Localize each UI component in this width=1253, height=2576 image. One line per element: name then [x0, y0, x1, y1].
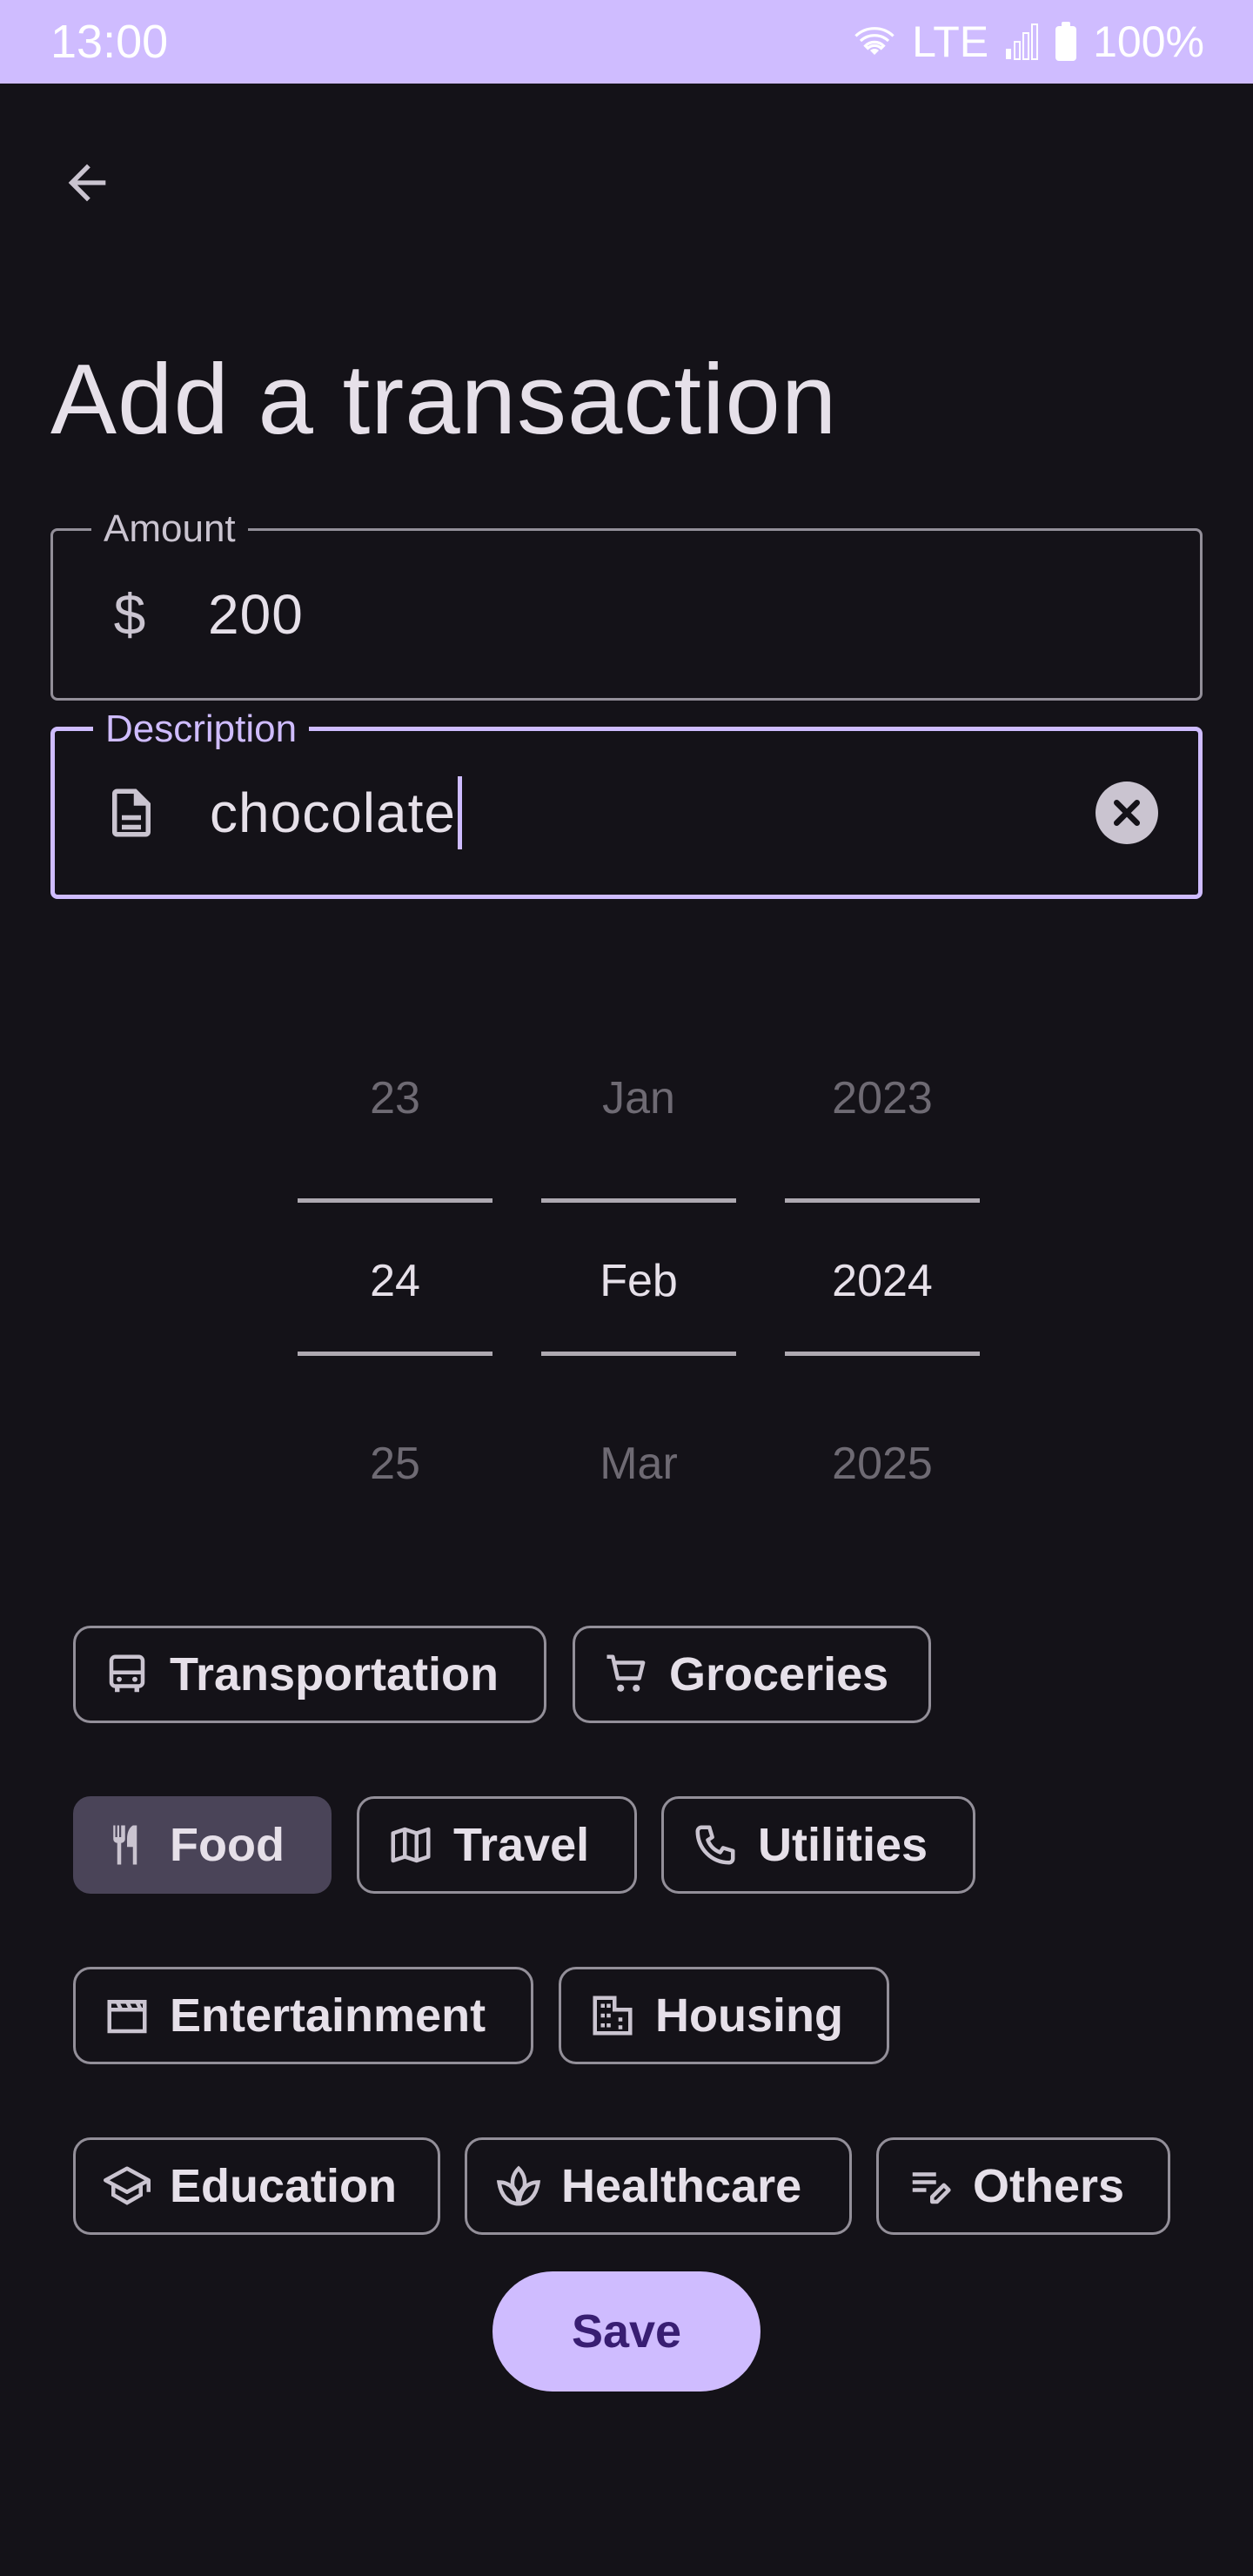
movie-icon — [107, 2000, 147, 2034]
amount-field[interactable]: Amount $ 200 — [50, 506, 1203, 701]
amount-value[interactable]: 200 — [208, 580, 304, 649]
chip-groceries[interactable]: Groceries — [573, 1626, 931, 1723]
chip-label: Education — [170, 2160, 398, 2212]
phone-icon — [695, 1825, 735, 1865]
chip-travel[interactable]: Travel — [357, 1796, 637, 1894]
description-field[interactable]: Description chocolate — [50, 707, 1203, 899]
month-wheel[interactable]: Jan Feb Mar — [541, 1044, 736, 1497]
wifi-icon — [854, 27, 895, 55]
chip-label: Groceries — [669, 1648, 889, 1701]
page-title: Add a transaction — [50, 345, 838, 455]
save-button[interactable]: Save — [492, 2271, 761, 2392]
bus-icon — [109, 1654, 145, 1693]
chip-healthcare[interactable]: Healthcare — [465, 2137, 852, 2235]
chip-label: Utilities — [758, 1819, 928, 1871]
document-icon — [100, 782, 163, 844]
status-indicators: LTE 100% — [853, 12, 1204, 71]
chip-label: Food — [170, 1819, 285, 1871]
network-type: LTE — [912, 17, 989, 66]
year-next[interactable]: 2025 — [785, 1436, 980, 1492]
building-icon — [593, 1996, 633, 2036]
month-divider-bottom — [541, 1352, 736, 1356]
day-current[interactable]: 24 — [298, 1253, 492, 1309]
year-prev[interactable]: 2023 — [785, 1070, 980, 1126]
day-divider-top — [298, 1198, 492, 1203]
chip-label: Travel — [453, 1819, 590, 1871]
day-wheel[interactable]: 23 24 25 — [298, 1044, 492, 1497]
status-bar: 13:00 LTE 100% — [0, 0, 1253, 84]
cancel-icon — [1114, 800, 1140, 826]
edit-note-icon — [912, 2172, 951, 2204]
clear-text-button[interactable] — [1096, 782, 1158, 844]
description-input[interactable]: chocolate — [210, 776, 462, 849]
chip-label: Transportation — [170, 1648, 499, 1701]
cart-icon — [606, 1654, 646, 1692]
text-cursor — [457, 776, 462, 849]
chip-others[interactable]: Others — [876, 2137, 1170, 2235]
chip-label: Healthcare — [561, 2160, 802, 2212]
day-divider-bottom — [298, 1352, 492, 1356]
month-prev[interactable]: Jan — [541, 1070, 736, 1126]
arrow-back-icon — [68, 164, 106, 202]
year-divider-top — [785, 1198, 980, 1203]
year-wheel[interactable]: 2023 2024 2025 — [785, 1044, 980, 1497]
chip-label: Entertainment — [170, 1989, 486, 2042]
map-icon — [391, 1827, 431, 1863]
school-icon — [104, 2166, 151, 2205]
chip-housing[interactable]: Housing — [559, 1967, 889, 2064]
month-current[interactable]: Feb — [541, 1253, 736, 1309]
status-time: 13:00 — [50, 16, 169, 68]
battery-percent: 100% — [1093, 17, 1204, 66]
description-value: chocolate — [210, 782, 456, 844]
chip-transportation[interactable]: Transportation — [73, 1626, 546, 1723]
amount-label: Amount — [91, 506, 248, 552]
dollar-icon: $ — [113, 582, 146, 647]
chip-entertainment[interactable]: Entertainment — [73, 1967, 533, 2064]
year-divider-bottom — [785, 1352, 980, 1356]
chip-utilities[interactable]: Utilities — [661, 1796, 975, 1894]
chip-label: Housing — [655, 1989, 843, 2042]
day-next[interactable]: 25 — [298, 1436, 492, 1492]
year-current[interactable]: 2024 — [785, 1253, 980, 1309]
restaurant-icon — [113, 1825, 137, 1865]
chip-label: Others — [973, 2160, 1125, 2212]
battery-icon — [1055, 22, 1077, 61]
chip-education[interactable]: Education — [73, 2137, 440, 2235]
day-prev[interactable]: 23 — [298, 1070, 492, 1126]
month-divider-top — [541, 1198, 736, 1203]
month-next[interactable]: Mar — [541, 1436, 736, 1492]
spa-icon — [496, 2165, 541, 2206]
date-picker: 23 24 25 Jan Feb Mar 2023 2024 2025 — [0, 1044, 1253, 1497]
description-label: Description — [93, 707, 310, 752]
signal-icon — [1006, 23, 1039, 60]
back-button[interactable] — [52, 148, 122, 218]
chip-food[interactable]: Food — [73, 1796, 332, 1894]
